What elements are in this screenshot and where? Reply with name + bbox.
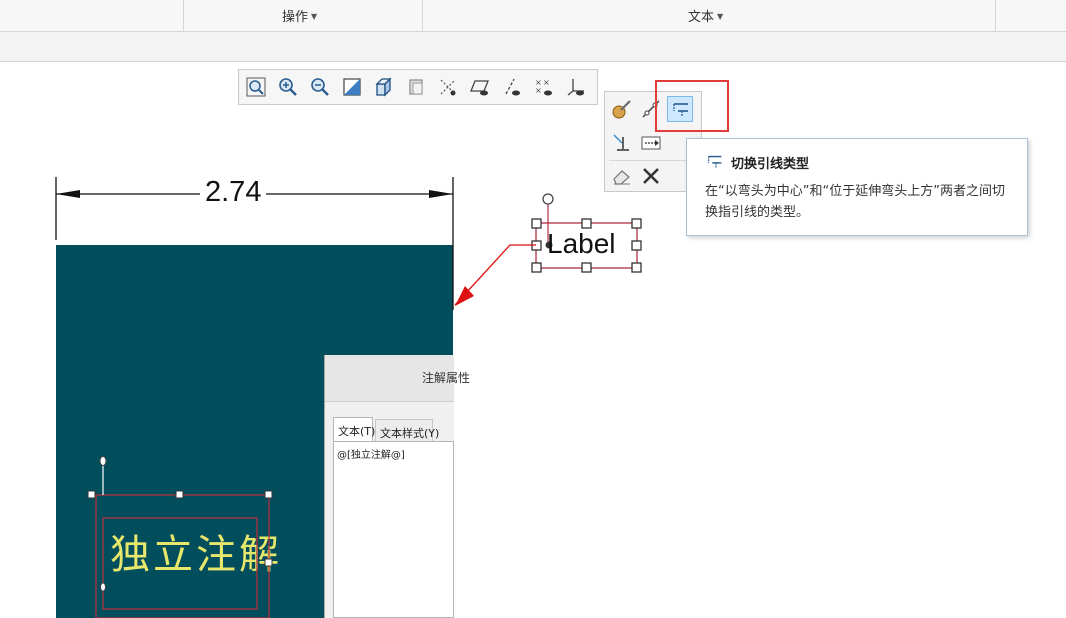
zoom-out-button[interactable] xyxy=(309,76,333,98)
dimension-arrow-right xyxy=(429,190,453,198)
chevron-down-icon: ▼ xyxy=(717,12,724,21)
display-style-button[interactable] xyxy=(373,76,397,98)
saved-orientations-icon xyxy=(409,79,423,95)
label-note-text[interactable]: Label xyxy=(547,228,616,260)
tooltip-description: 在“以弯头为中心”和“位于延伸弯头上方”两者之间切换指引线的类型。 xyxy=(705,184,1005,220)
text-leader-arrow-button[interactable] xyxy=(638,130,664,156)
zoom-out-icon xyxy=(311,78,329,96)
leader-arrowhead xyxy=(455,286,474,306)
dimension-value[interactable]: 2.74 xyxy=(200,176,267,209)
dimension-arrow-left xyxy=(56,190,80,198)
delete-button[interactable] xyxy=(638,163,664,189)
leader-line xyxy=(454,244,536,306)
datum-display-icon xyxy=(440,79,456,96)
ribbon-group-operations-label[interactable]: 操作 ▼ xyxy=(282,6,317,25)
mini-toolbar-divider xyxy=(609,160,687,161)
text-style-icon xyxy=(612,100,631,119)
display-style-icon xyxy=(375,77,392,97)
plane-display-icon xyxy=(470,80,489,96)
label-rotation-handle[interactable] xyxy=(542,193,554,205)
dialog-title: 注解属性 xyxy=(422,371,471,385)
zoom-in-button[interactable] xyxy=(277,76,301,98)
align-note-icon xyxy=(613,134,629,151)
refit-zoom-icon xyxy=(246,77,266,97)
ribbon-group-text-label[interactable]: 文本 ▼ xyxy=(688,6,723,25)
tab-text[interactable]: 文本(T) xyxy=(333,417,375,441)
ribbon-group-empty xyxy=(995,0,1066,31)
zoom-in-icon xyxy=(279,78,297,96)
plane-display-button[interactable] xyxy=(469,76,493,98)
chevron-down-icon: ▼ xyxy=(311,12,318,21)
note-properties-dialog: 注解属性 文本(T) 文本样式(Y) @[独立注解@] xyxy=(324,355,470,618)
text-leader-arrow-icon xyxy=(641,136,661,150)
independent-note-text[interactable]: 独立注解 xyxy=(110,522,282,580)
delete-x-icon xyxy=(643,168,659,184)
repaint-button[interactable] xyxy=(341,76,365,98)
point-display-button[interactable]: × × × xyxy=(533,76,557,98)
axis-display-icon xyxy=(505,78,520,96)
csys-display-icon xyxy=(567,79,584,96)
highlight-frame xyxy=(655,80,729,132)
ribbon-group-bar: 操作 ▼ 文本 ▼ xyxy=(0,0,1066,32)
label-handle-bl[interactable] xyxy=(531,262,542,273)
label-handle-ml[interactable] xyxy=(531,240,542,251)
label-handle-br[interactable] xyxy=(631,262,642,273)
tooltip-title: 切换引线类型 xyxy=(731,157,810,172)
label-handle-mr[interactable] xyxy=(631,240,642,251)
point-display-icon: × ×× xyxy=(535,78,552,96)
align-note-button[interactable] xyxy=(609,130,635,156)
ribbon-group-text[interactable]: 文本 ▼ xyxy=(422,0,996,31)
csys-display-button[interactable] xyxy=(565,76,589,98)
datum-display-button[interactable] xyxy=(437,76,461,98)
refit-zoom-button[interactable] xyxy=(245,76,269,98)
text-style-button[interactable] xyxy=(609,96,635,122)
toggle-leader-type-icon xyxy=(708,155,722,169)
tab-text-style[interactable]: 文本样式(Y) xyxy=(375,419,439,441)
note-text-input[interactable]: @[独立注解@] xyxy=(333,441,454,618)
tooltip: 切换引线类型 在“以弯头为中心”和“位于延伸弯头上方”两者之间切换指引线的类型。 xyxy=(686,138,1028,236)
label-handle-bm[interactable] xyxy=(581,262,592,273)
label-handle-tm[interactable] xyxy=(581,218,592,229)
dialog-title-bar[interactable]: 注解属性 xyxy=(325,355,470,402)
graphics-view-toolbar: × × × xyxy=(238,69,598,105)
label-handle-tl[interactable] xyxy=(531,218,542,229)
ribbon-secondary-bar xyxy=(0,32,1066,62)
ribbon-group-operations[interactable]: 操作 ▼ xyxy=(183,0,423,31)
repaint-icon xyxy=(343,78,361,96)
svg-text:×: × xyxy=(543,78,550,87)
eraser-icon xyxy=(613,170,630,185)
svg-text:×: × xyxy=(535,86,542,95)
saved-orientations-button[interactable] xyxy=(405,76,429,98)
axis-display-button[interactable] xyxy=(501,76,525,98)
label-handle-tr[interactable] xyxy=(631,218,642,229)
erase-button[interactable] xyxy=(609,163,635,189)
